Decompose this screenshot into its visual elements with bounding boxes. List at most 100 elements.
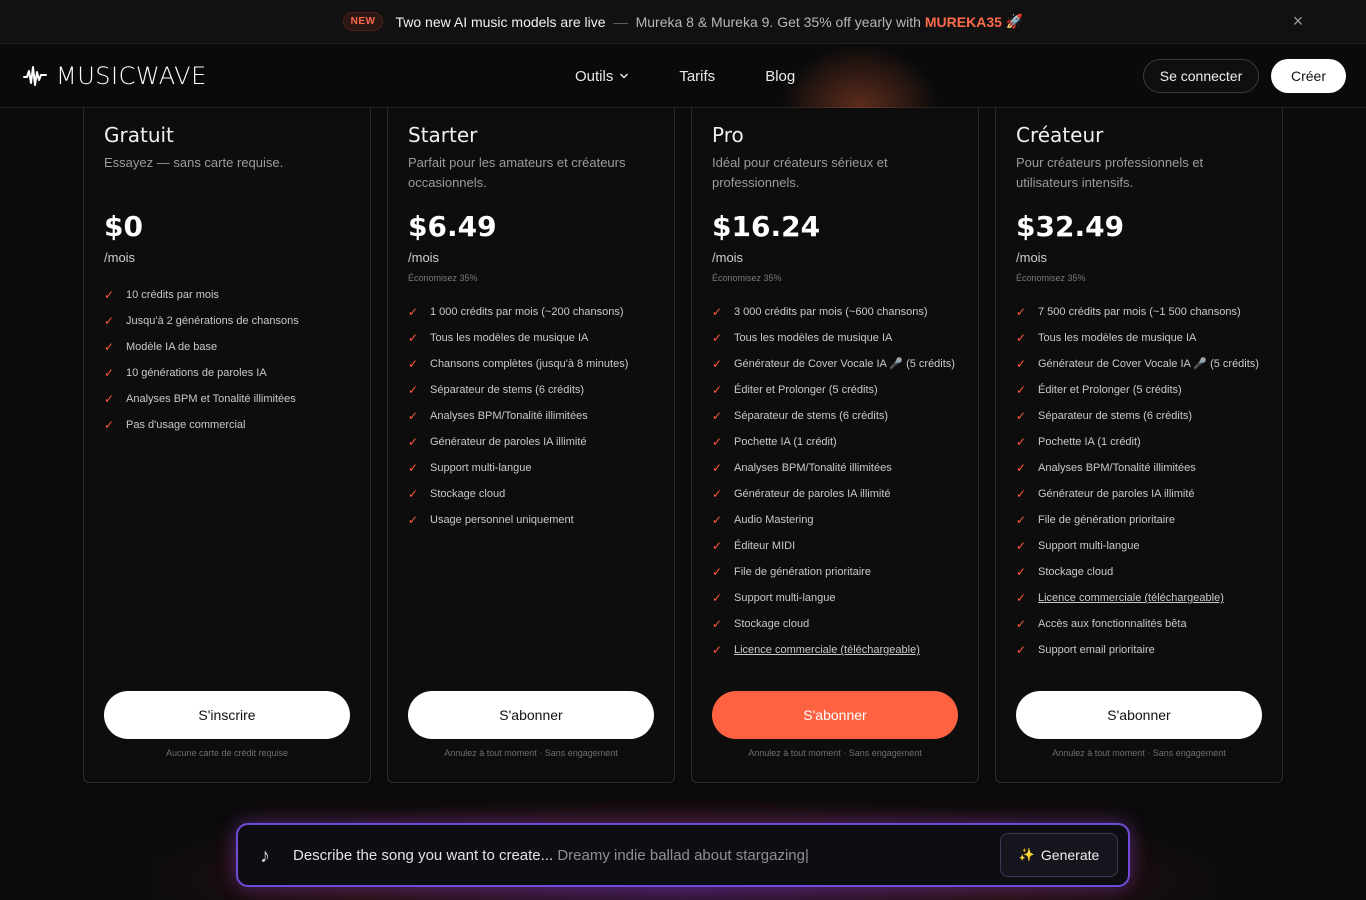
check-icon: ✓ (408, 461, 419, 475)
feature-item: ✓ Séparateur de stems (6 crédits) (712, 409, 967, 423)
song-prompt-bar[interactable]: ♪ Describe the song you want to create..… (236, 823, 1130, 887)
plan-price: $32.49 (1016, 210, 1125, 243)
main-menu: Outils Tarifs Blog (575, 44, 845, 108)
feature-text: Support multi-langue (430, 462, 532, 474)
feature-item: ✓ Analyses BPM et Tonalité illimitées (104, 392, 359, 406)
prompt-lead-text: Describe the song you want to create... (293, 847, 554, 864)
feature-list: ✓ 1 000 crédits par mois (~200 chansons) ✓… (408, 305, 663, 539)
feature-item: ✓ Licence commerciale (téléchargeable) (712, 643, 967, 657)
plan-period: /mois (1016, 250, 1048, 265)
subscribe-button[interactable]: S'abonner (408, 691, 654, 739)
feature-text: Séparateur de stems (6 crédits) (1038, 410, 1193, 422)
check-icon: ✓ (408, 357, 419, 371)
subscribe-button[interactable]: S'abonner (1016, 691, 1262, 739)
feature-item: ✓ 1 000 crédits par mois (~200 chansons) (408, 305, 663, 319)
check-icon: ✓ (1016, 331, 1027, 345)
feature-item: ✓ Éditer et Prolonger (5 crédits) (712, 383, 967, 397)
feature-item: ✓ Support multi-langue (408, 461, 663, 475)
feature-item: ✓ Séparateur de stems (6 crédits) (1016, 409, 1271, 423)
subscribe-button[interactable]: S'abonner (712, 691, 958, 739)
menu-item-label: Tarifs (679, 67, 716, 85)
announcement-separator: — (613, 13, 628, 30)
announcement-headline: Two new AI music models are live (395, 13, 606, 30)
feature-item: ✓ Analyses BPM/Tonalité illimitées (712, 461, 967, 475)
feature-item: ✓ Éditer et Prolonger (5 crédits) (1016, 383, 1271, 397)
check-icon: ✓ (1016, 487, 1027, 501)
check-icon: ✓ (712, 591, 723, 605)
feature-item: ✓ Jusqu'à 2 générations de chansons (104, 314, 359, 328)
feature-text: Tous les modèles de musique IA (430, 332, 589, 344)
feature-text: Accès aux fonctionnalités bêta (1038, 618, 1187, 630)
feature-text: Stockage cloud (1038, 566, 1114, 578)
check-icon: ✓ (408, 331, 419, 345)
feature-text: 7 500 crédits par mois (~1 500 chansons) (1038, 306, 1241, 318)
menu-item-tarifs[interactable]: Tarifs (679, 68, 715, 85)
feature-item: ✓ Pochette IA (1 crédit) (1016, 435, 1271, 449)
feature-text: Pochette IA (1 crédit) (1038, 436, 1141, 448)
check-icon: ✓ (712, 513, 723, 527)
feature-list: ✓ 10 crédits par mois ✓ Jusqu'à 2 génératio… (104, 288, 359, 444)
check-icon: ✓ (408, 435, 419, 449)
plan-description: Idéal pour créateurs sérieux et professi… (712, 155, 888, 190)
feature-text: Tous les modèles de musique IA (734, 332, 893, 344)
feature-item: ✓ Modèle IA de base (104, 340, 359, 354)
check-icon: ✓ (712, 643, 723, 657)
feature-text: 10 crédits par mois (126, 289, 219, 301)
feature-text: Jusqu'à 2 générations de chansons (126, 315, 299, 327)
feature-text: Pas d'usage commercial (126, 419, 246, 431)
check-icon: ✓ (1016, 643, 1027, 657)
plan-note: Annulez à tout moment · Sans engagement (1052, 748, 1226, 758)
feature-item: ✓ Pochette IA (1 crédit) (712, 435, 967, 449)
menu-item-outils[interactable]: Outils (575, 68, 629, 85)
check-icon: ✓ (1016, 435, 1027, 449)
plan-description: Pour créateurs professionnels et utilisa… (1016, 155, 1204, 190)
check-icon: ✓ (1016, 383, 1027, 397)
feature-text: Séparateur de stems (6 crédits) (734, 410, 889, 422)
check-icon: ✓ (408, 305, 419, 319)
top-navigation: MUSICWAVE Outils Tarifs Blog Se connecte… (0, 44, 1366, 108)
feature-item: ✓ Éditeur MIDI (712, 539, 967, 553)
feature-text: Chansons complètes (jusqu'à 8 minutes) (430, 358, 629, 370)
feature-text[interactable]: Licence commerciale (téléchargeable) (1038, 591, 1224, 605)
logo[interactable]: MUSICWAVE (22, 62, 207, 90)
announcement-bar: NEW Two new AI music models are live — M… (0, 0, 1366, 44)
prompt-input[interactable]: Describe the song you want to create... … (293, 847, 809, 864)
create-button[interactable]: Créer (1271, 59, 1346, 93)
plan-note: Annulez à tout moment · Sans engagement (748, 748, 922, 758)
feature-text: Séparateur de stems (6 crédits) (430, 384, 585, 396)
plan-card-gratuit: Gratuit Essayez — sans carte requise. $0… (83, 108, 371, 783)
feature-text[interactable]: Licence commerciale (téléchargeable) (734, 643, 920, 657)
plan-name: Pro (712, 123, 744, 147)
check-icon: ✓ (104, 366, 115, 380)
plan-savings: Économisez 35% (408, 273, 478, 283)
check-icon: ✓ (1016, 357, 1027, 371)
new-badge: NEW (342, 12, 384, 31)
plan-name: Créateur (1016, 123, 1104, 147)
feature-item: ✓ Stockage cloud (1016, 565, 1271, 579)
check-icon: ✓ (104, 288, 115, 302)
plan-description: Parfait pour les amateurs et créateurs o… (408, 155, 626, 190)
check-icon: ✓ (104, 314, 115, 328)
plan-note: Aucune carte de crédit requise (165, 748, 289, 758)
feature-item: ✓ Audio Mastering (712, 513, 967, 527)
generate-button[interactable]: ✨ Generate (1000, 833, 1118, 877)
plan-card-pro: Pro Idéal pour créateurs sérieux et prof… (691, 108, 979, 783)
check-icon: ✓ (712, 357, 723, 371)
close-icon[interactable]: × (1288, 11, 1308, 31)
feature-item: ✓ Analyses BPM/Tonalité illimitées (1016, 461, 1271, 475)
feature-item: ✓ Analyses BPM/Tonalité illimitées (408, 409, 663, 423)
check-icon: ✓ (712, 565, 723, 579)
feature-list: ✓ 3 000 crédits par mois (~600 chansons) ✓… (712, 305, 967, 669)
feature-text: 3 000 crédits par mois (~600 chansons) (734, 306, 928, 318)
feature-text: Tous les modèles de musique IA (1038, 332, 1197, 344)
check-icon: ✓ (712, 461, 723, 475)
feature-text: Générateur de paroles IA illimité (430, 436, 587, 448)
feature-text: Générateur de Cover Vocale IA 🎤 (5 crédi… (1038, 358, 1259, 370)
feature-text: File de génération prioritaire (1038, 514, 1175, 526)
check-icon: ✓ (104, 418, 115, 432)
menu-item-blog[interactable]: Blog (765, 68, 795, 85)
plan-name: Starter (408, 123, 478, 147)
waveform-icon (23, 66, 47, 86)
signup-button[interactable]: S'inscrire (104, 691, 350, 739)
login-button[interactable]: Se connecter (1143, 59, 1259, 93)
